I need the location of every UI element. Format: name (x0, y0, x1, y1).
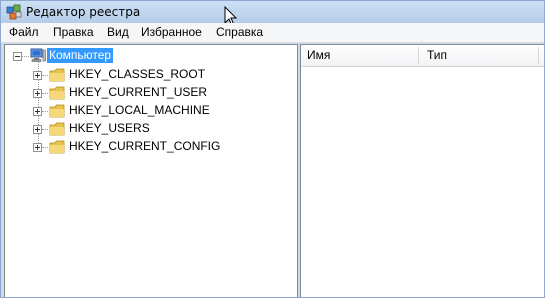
tree-node-label[interactable]: HKEY_USERS (69, 121, 150, 136)
tree-connector-line (42, 111, 48, 112)
tree-node-label[interactable]: HKEY_CURRENT_CONFIG (69, 139, 220, 154)
expand-icon[interactable] (33, 143, 42, 152)
expand-icon[interactable] (33, 89, 42, 98)
expand-icon[interactable] (33, 107, 42, 116)
values-list-pane[interactable]: Имя Тип (300, 44, 544, 297)
registry-editor-window: Редактор реестра Файл Правка Вид Избранн… (0, 0, 545, 298)
tree-node-label[interactable]: HKEY_LOCAL_MACHINE (69, 103, 210, 118)
menu-help[interactable]: Справка (216, 23, 263, 42)
expand-icon[interactable] (33, 71, 42, 80)
tree-connector-line (42, 129, 48, 130)
tree-node-hkey-current-user[interactable]: HKEY_CURRENT_USER (5, 84, 295, 102)
collapse-icon[interactable] (13, 52, 22, 61)
tree-node-hkey-current-config[interactable]: HKEY_CURRENT_CONFIG (5, 138, 295, 156)
folder-icon (49, 104, 65, 118)
window-title: Редактор реестра (26, 5, 141, 19)
folder-icon (49, 122, 65, 136)
tree-node-label[interactable]: HKEY_CLASSES_ROOT (69, 67, 205, 82)
tree-connector-line (22, 56, 29, 57)
menu-file[interactable]: Файл (9, 23, 39, 42)
list-header: Имя Тип (301, 45, 544, 67)
column-divider[interactable] (418, 47, 419, 64)
folder-icon (49, 68, 65, 82)
folder-icon (49, 86, 65, 100)
tree-connector-line (42, 147, 48, 148)
tree-node-hkey-classes-root[interactable]: HKEY_CLASSES_ROOT (5, 66, 295, 84)
tree-pane[interactable]: Компьютер HKEY_CLASSES_ROOT HKEY_CURRENT… (4, 44, 298, 297)
column-header-name[interactable]: Имя (307, 45, 330, 66)
column-divider[interactable] (538, 47, 539, 64)
column-header-type[interactable]: Тип (427, 45, 447, 66)
menu-view[interactable]: Вид (107, 23, 129, 42)
menu-favorites[interactable]: Избранное (141, 23, 202, 42)
tree-node-computer[interactable]: Компьютер (5, 48, 295, 66)
computer-icon (30, 48, 46, 62)
folder-icon (49, 140, 65, 154)
tree-connector-line (42, 93, 48, 94)
title-bar[interactable]: Редактор реестра (1, 1, 544, 24)
tree-node-hkey-users[interactable]: HKEY_USERS (5, 120, 295, 138)
menu-bar: Файл Правка Вид Избранное Справка (1, 23, 544, 43)
expand-icon[interactable] (33, 125, 42, 134)
tree-node-hkey-local-machine[interactable]: HKEY_LOCAL_MACHINE (5, 102, 295, 120)
tree-node-label[interactable]: HKEY_CURRENT_USER (69, 85, 207, 100)
tree-connector-line (42, 75, 48, 76)
menu-edit[interactable]: Правка (53, 23, 94, 42)
tree-node-label[interactable]: Компьютер (47, 48, 114, 63)
registry-editor-icon (6, 4, 22, 20)
